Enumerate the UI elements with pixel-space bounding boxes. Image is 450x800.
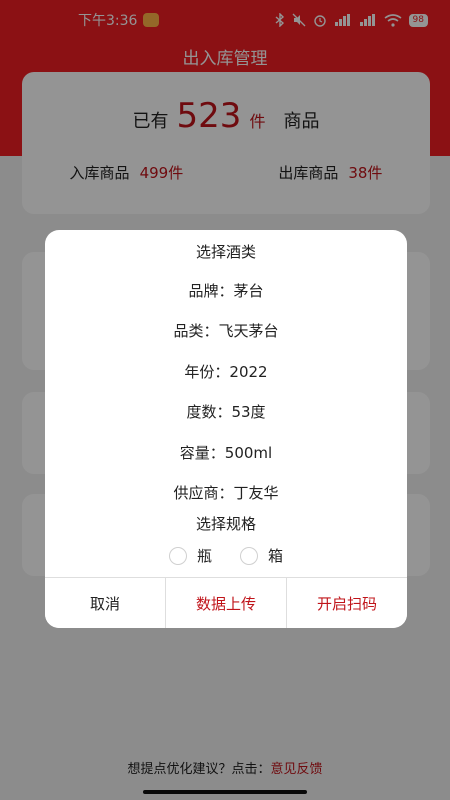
field-supplier: 供应商：丁友华: [45, 482, 407, 503]
dialog-button-bar: 取消 数据上传 开启扫码: [45, 577, 407, 628]
radio-case-label: 箱: [268, 547, 284, 565]
field-label: 品类：: [173, 322, 219, 340]
field-brand: 品牌：茅台: [45, 280, 407, 301]
field-alcohol: 度数：53度: [45, 401, 407, 422]
field-label: 年份：: [184, 363, 230, 381]
upload-data-button[interactable]: 数据上传: [165, 578, 286, 628]
field-value: 茅台: [233, 282, 264, 300]
field-value: 53度: [231, 403, 266, 421]
radio-bottle[interactable]: 瓶: [168, 545, 212, 566]
select-liquor-dialog: 选择酒类 品牌：茅台 品类：飞天茅台 年份：2022 度数：53度 容量：500…: [45, 230, 407, 628]
radio-bottle-circle[interactable]: [168, 546, 187, 565]
field-volume: 容量：500ml: [45, 442, 407, 463]
radio-case-circle[interactable]: [240, 546, 258, 565]
radio-bottle-label: 瓶: [196, 547, 212, 565]
field-value: 500ml: [224, 444, 273, 462]
start-scan-button[interactable]: 开启扫码: [286, 578, 407, 628]
spec-radio-group: 瓶 箱: [45, 545, 407, 566]
field-value: 丁友华: [233, 484, 279, 502]
field-value: 2022: [229, 363, 268, 381]
cancel-button[interactable]: 取消: [45, 578, 165, 628]
field-label: 容量：: [179, 444, 225, 462]
radio-case[interactable]: 箱: [240, 545, 283, 566]
field-label: 品牌：: [188, 282, 234, 300]
field-category: 品类：飞天茅台: [45, 320, 407, 341]
field-label: 供应商：: [173, 484, 234, 502]
field-value: 飞天茅台: [218, 322, 279, 340]
dialog-title: 选择酒类: [195, 243, 256, 261]
spec-title: 选择规格: [195, 515, 256, 533]
field-label: 度数：: [186, 403, 232, 421]
field-year: 年份：2022: [45, 361, 407, 382]
